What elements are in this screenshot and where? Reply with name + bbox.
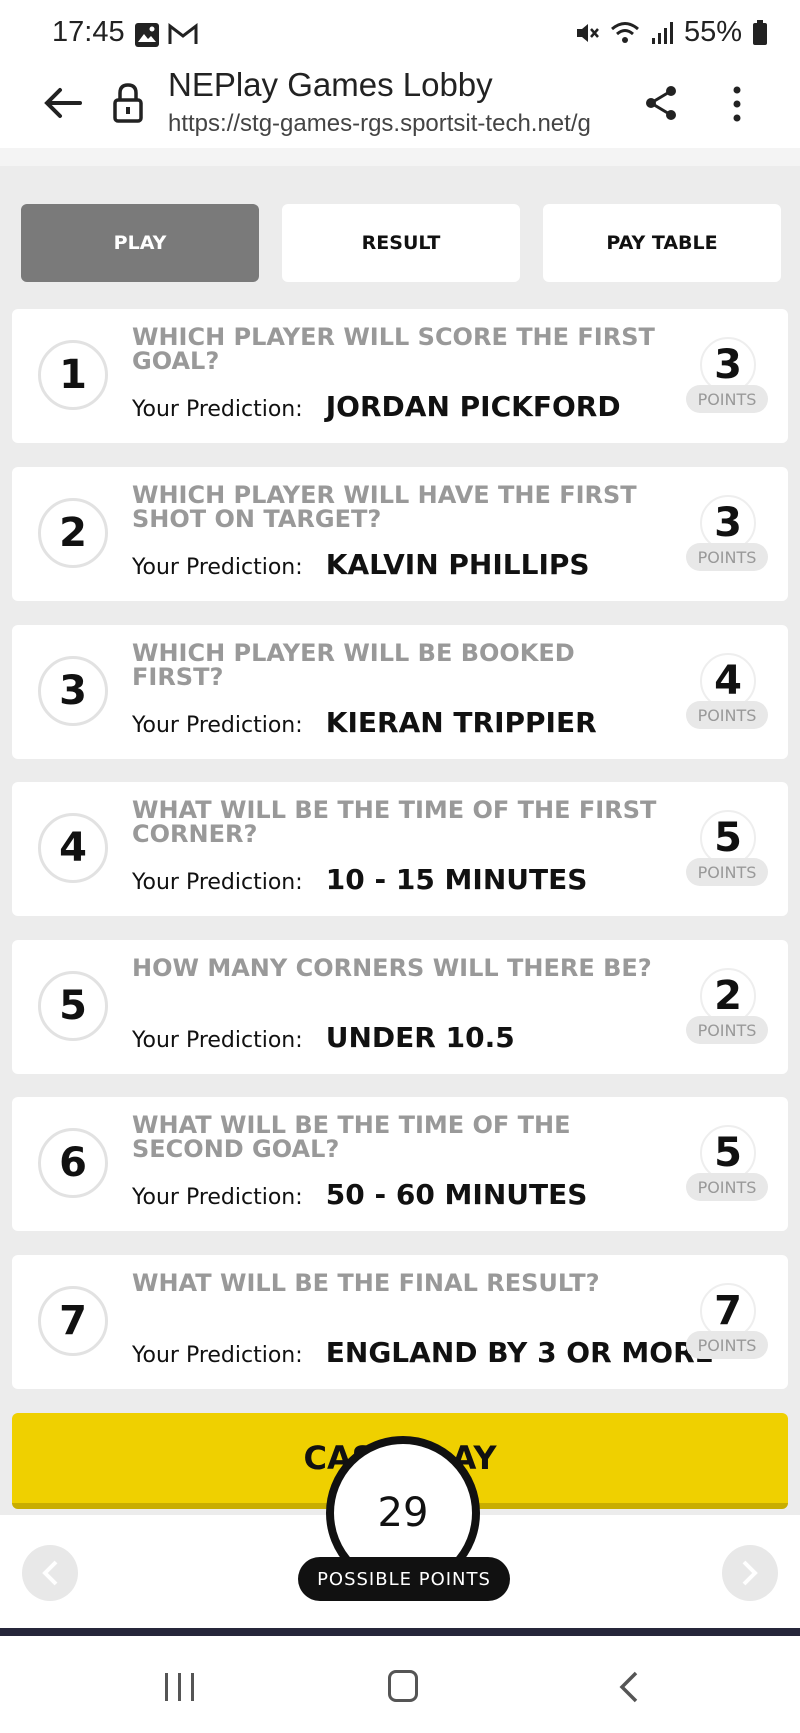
tab-play[interactable]: PLAY [21, 204, 259, 282]
prediction-row: Your Prediction: JORDAN PICKFORD [132, 390, 621, 423]
question-number: 2 [38, 498, 108, 568]
browser-bar: NEPlay Games Lobby https://stg-games-rgs… [0, 66, 800, 149]
question-text: WHICH PLAYER WILL BE BOOKED FIRST? [132, 639, 575, 691]
status-right: 55% [574, 16, 768, 49]
tab-bar: PLAY RESULT PAY TABLE [21, 204, 781, 282]
chevron-left-icon [42, 1560, 58, 1586]
tab-result[interactable]: RESULT [282, 204, 520, 282]
question-card[interactable]: 4 WHAT WILL BE THE TIME OF THE FIRST COR… [12, 782, 788, 916]
prediction-label: Your Prediction: [132, 555, 303, 580]
points-badge: 3 POINTS [686, 337, 776, 419]
prediction-value: 50 - 60 MINUTES [325, 1178, 588, 1211]
question-card[interactable]: 7 WHAT WILL BE THE FINAL RESULT? Your Pr… [12, 1255, 788, 1389]
prediction-value: KALVIN PHILLIPS [325, 548, 590, 581]
question-number: 4 [38, 813, 108, 883]
prediction-row: Your Prediction: 10 - 15 MINUTES [132, 863, 587, 896]
prediction-label: Your Prediction: [132, 713, 303, 738]
chevron-right-icon [742, 1560, 758, 1586]
gallery-icon [135, 23, 159, 47]
question-card[interactable]: 6 WHAT WILL BE THE TIME OF THE SECOND GO… [12, 1097, 788, 1231]
wifi-icon [610, 21, 639, 43]
question-text: WHICH PLAYER WILL HAVE THE FIRST SHOT ON… [132, 481, 637, 533]
signal-icon [651, 21, 673, 44]
android-nav-bar [0, 1636, 800, 1733]
points-label: POINTS [686, 1331, 768, 1359]
gmail-icon [168, 22, 198, 44]
footer-divider [0, 1628, 800, 1636]
prediction-row: Your Prediction: UNDER 10.5 [132, 1021, 515, 1054]
question-card[interactable]: 2 WHICH PLAYER WILL HAVE THE FIRST SHOT … [12, 467, 788, 601]
prev-arrow-button[interactable] [22, 1545, 78, 1601]
points-label: POINTS [686, 385, 768, 413]
prediction-row: Your Prediction: KALVIN PHILLIPS [132, 548, 590, 581]
points-badge: 5 POINTS [686, 810, 776, 892]
prediction-value: UNDER 10.5 [325, 1021, 515, 1054]
points-label: POINTS [686, 701, 768, 729]
points-badge: 5 POINTS [686, 1125, 776, 1207]
prediction-row: Your Prediction: ENGLAND BY 3 OR MORE [132, 1336, 714, 1369]
share-icon[interactable] [643, 84, 679, 122]
prediction-label: Your Prediction: [132, 397, 303, 422]
question-number: 7 [38, 1286, 108, 1356]
question-text: HOW MANY CORNERS WILL THERE BE? [132, 954, 652, 982]
page-title: NEPlay Games Lobby [168, 66, 493, 103]
prediction-value: JORDAN PICKFORD [325, 390, 621, 423]
page-top-strip [0, 148, 800, 166]
points-label: POINTS [686, 1016, 768, 1044]
question-text: WHAT WILL BE THE TIME OF THE SECOND GOAL… [132, 1111, 571, 1163]
points-label: POINTS [686, 1173, 768, 1201]
battery-percent: 55% [683, 16, 742, 48]
prediction-label: Your Prediction: [132, 1185, 303, 1210]
question-text: WHAT WILL BE THE FINAL RESULT? [132, 1269, 600, 1297]
status-bar: 17:45 55% [0, 0, 800, 70]
question-number: 3 [38, 656, 108, 726]
nav-back-icon[interactable] [614, 1670, 644, 1704]
tab-pay-table[interactable]: PAY TABLE [543, 204, 781, 282]
question-text: WHICH PLAYER WILL SCORE THE FIRST GOAL? [132, 323, 655, 375]
status-time: 17:45 [52, 16, 125, 48]
question-card[interactable]: 5 HOW MANY CORNERS WILL THERE BE? Your P… [12, 940, 788, 1074]
prediction-label: Your Prediction: [132, 870, 303, 895]
mute-icon [576, 23, 599, 42]
prediction-row: Your Prediction: 50 - 60 MINUTES [132, 1178, 587, 1211]
points-label: POINTS [686, 543, 768, 571]
points-badge: 3 POINTS [686, 495, 776, 577]
prediction-value: ENGLAND BY 3 OR MORE [325, 1336, 714, 1369]
url-bar[interactable]: https://stg-games-rgs.sportsit-tech.net/… [168, 110, 613, 138]
lock-icon[interactable] [112, 82, 144, 124]
prediction-label: Your Prediction: [132, 1028, 303, 1053]
possible-points-label: POSSIBLE POINTS [298, 1557, 510, 1601]
question-number: 1 [38, 340, 108, 410]
points-badge: 7 POINTS [686, 1283, 776, 1365]
back-arrow-icon[interactable] [42, 82, 84, 124]
prediction-label: Your Prediction: [132, 1343, 303, 1368]
battery-icon [753, 19, 767, 45]
next-arrow-button[interactable] [722, 1545, 778, 1601]
points-badge: 2 POINTS [686, 968, 776, 1050]
question-text: WHAT WILL BE THE TIME OF THE FIRST CORNE… [132, 796, 657, 848]
points-label: POINTS [686, 858, 768, 886]
question-card[interactable]: 1 WHICH PLAYER WILL SCORE THE FIRST GOAL… [12, 309, 788, 443]
prediction-value: 10 - 15 MINUTES [325, 863, 588, 896]
question-card[interactable]: 3 WHICH PLAYER WILL BE BOOKED FIRST? You… [12, 625, 788, 759]
question-number: 6 [38, 1128, 108, 1198]
prediction-value: KIERAN TRIPPIER [325, 706, 597, 739]
points-badge: 4 POINTS [686, 653, 776, 735]
question-number: 5 [38, 971, 108, 1041]
home-icon[interactable] [388, 1670, 418, 1702]
recent-apps-icon[interactable] [160, 1672, 200, 1702]
prediction-row: Your Prediction: KIERAN TRIPPIER [132, 706, 597, 739]
more-menu-icon[interactable] [728, 84, 746, 124]
